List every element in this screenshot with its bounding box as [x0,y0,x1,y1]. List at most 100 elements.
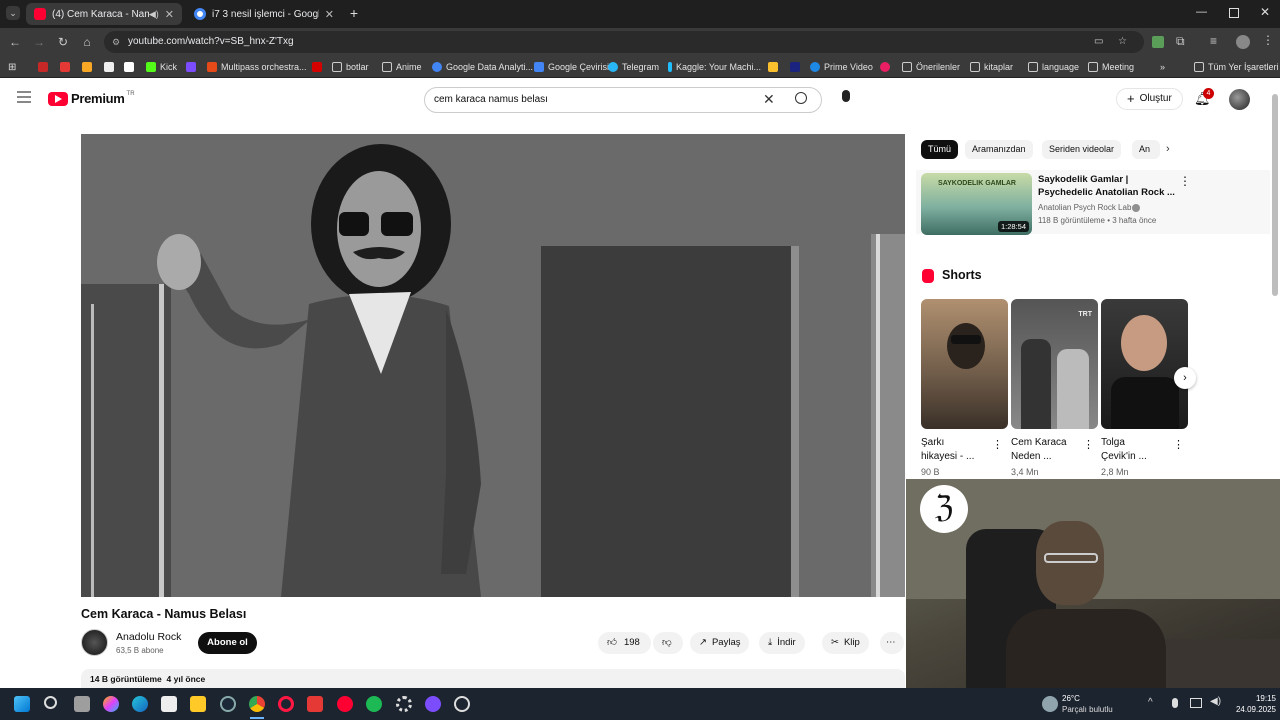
recommended-thumbnail[interactable]: SAYKODELIK GAMLAR 1:28:54 [921,173,1032,235]
app-icon[interactable] [307,696,323,712]
like-button[interactable]: 👍︎ 198 [598,632,651,654]
tab-youtube[interactable]: (4) Cem Karaca - Namus Be ◀) ✕ [26,3,182,25]
volume-icon[interactable]: ◀) [1210,696,1221,707]
weather-icon[interactable] [1042,696,1058,712]
youtube-logo[interactable]: Premium TR [48,91,135,106]
recommended-channel[interactable]: Anatolian Psych Rock Lab [1038,203,1131,212]
create-button[interactable]: + Oluştur [1116,88,1183,110]
close-window-button[interactable]: ✕ [1260,5,1270,19]
tab-close-icon[interactable]: ✕ [159,8,174,21]
clock-time[interactable]: 19:15 [1240,694,1276,703]
obs-icon[interactable] [425,696,441,712]
voice-search-icon[interactable] [842,90,850,102]
profile-avatar[interactable] [1236,35,1250,49]
chip-from-search[interactable]: Aramanızdan [965,140,1033,159]
short-title[interactable]: Tolga Çevik'in ... [1101,436,1147,464]
short-title[interactable]: Şarkı hikayesi - ... [921,436,974,464]
copilot-icon[interactable] [103,696,119,712]
bookmark-icon[interactable] [82,59,96,75]
spotify-icon[interactable] [366,696,382,712]
browser-menu-icon[interactable]: ⋮ [1262,33,1274,47]
bookmark-multipass[interactable]: Multipass orchestra... [207,59,307,75]
subscribe-button[interactable]: Abone ol [198,632,257,654]
bookmark-prime-video[interactable]: Prime Video [810,59,873,75]
video-player[interactable] [81,134,905,597]
app-icon[interactable] [454,696,470,712]
bookmark-folder-all[interactable]: Tüm Yer İşaretleri [1194,59,1279,75]
bookmark-icon[interactable] [312,59,326,75]
forward-icon[interactable]: → [31,34,47,50]
back-icon[interactable]: ← [7,34,23,50]
more-bookmarks-icon[interactable]: » [1160,59,1165,75]
bookmark-star-icon[interactable]: ☆ [1118,31,1127,53]
file-explorer-icon[interactable] [190,696,206,712]
recommended-more-icon[interactable]: ⋮ [1179,174,1191,188]
tab-search-icon[interactable]: ⌄ [6,6,20,20]
bookmark-kick[interactable]: Kick [146,59,177,75]
bookmark-folder-language[interactable]: language [1028,59,1079,75]
bookmark-icon[interactable] [38,59,52,75]
short-more-icon[interactable]: ⋮ [1083,438,1094,451]
short-thumbnail[interactable] [1101,299,1188,429]
description-box[interactable]: 14 B görüntüleme 4 yıl önce [81,669,905,688]
search-icon[interactable] [795,92,807,104]
clock-date[interactable]: 24.09.2025 [1224,705,1276,714]
bookmark-google-data[interactable]: Google Data Analyti... [432,59,533,75]
chip-all[interactable]: Tümü [921,140,959,159]
user-avatar[interactable] [1229,89,1250,110]
share-button[interactable]: ↗ Paylaş [690,632,750,654]
bookmark-telegram[interactable]: Telegram [608,59,659,75]
short-thumbnail[interactable]: TRT [1011,299,1098,429]
bookmark-icon[interactable] [880,59,894,75]
microphone-icon[interactable] [1172,698,1178,708]
install-app-icon[interactable]: ▭ [1094,31,1103,53]
bookmark-kaggle[interactable]: Kaggle: Your Machi... [668,59,761,75]
maximize-button[interactable] [1229,8,1239,18]
task-view-icon[interactable] [74,696,90,712]
bookmark-icon[interactable] [790,59,804,75]
bookmark-google-translate[interactable]: Google Çevirisi [534,59,609,75]
weather-desc[interactable]: Parçalı bulutlu [1062,705,1113,714]
opera-icon[interactable] [278,696,294,712]
bookmark-icon[interactable] [768,59,782,75]
chips-next-icon[interactable]: › [1166,143,1170,155]
short-title[interactable]: Cem Karaca Neden ... [1011,436,1067,464]
clip-button[interactable]: ✂ Klip [822,632,869,654]
short-thumbnail[interactable] [921,299,1008,429]
youtube-music-icon[interactable] [337,696,353,712]
download-button[interactable]: ⤓ İndir [759,632,805,654]
bookmark-folder-meeting[interactable]: Meeting [1088,59,1134,75]
url-field[interactable]: ⚙ youtube.com/watch?v=SB_hnx-Z'Txg ▭ ☆ [104,31,1144,53]
extensions-puzzle-icon[interactable]: ⧉ [1176,34,1185,49]
settings-gear-icon[interactable] [396,696,412,712]
hamburger-menu-icon[interactable] [17,91,31,103]
bookmark-folder-anime[interactable]: Anime [382,59,422,75]
network-icon[interactable] [1190,698,1202,708]
weather-temp[interactable]: 26°C [1062,694,1080,703]
tab-google[interactable]: i7 3 nesil işlemci - Google'da A ✕ [186,3,342,25]
chip-series[interactable]: Seriden videolar [1042,140,1122,159]
tab-close-icon[interactable]: ✕ [319,8,334,21]
short-more-icon[interactable]: ⋮ [992,438,1003,451]
bookmark-folder-onerilenler[interactable]: Önerilenler [902,59,960,75]
dislike-button[interactable]: 👎︎ [653,632,683,654]
apps-grid-icon[interactable]: ⊞ [8,59,16,75]
reload-icon[interactable]: ↻ [55,34,71,50]
bookmark-icon[interactable] [60,59,74,75]
bookmark-folder-kitaplar[interactable]: kitaplar [970,59,1013,75]
minimize-button[interactable]: — [1196,6,1207,18]
bookmark-folder-botlar[interactable]: botlar [332,59,369,75]
more-actions-button[interactable]: ⋯ [880,632,904,654]
channel-name[interactable]: Anadolu Rock [116,631,181,643]
chrome-icon[interactable] [249,696,265,712]
windows-start-icon[interactable] [14,696,30,712]
search-input[interactable]: cem karaca namus belası [434,94,548,105]
home-icon[interactable]: ⌂ [79,34,95,50]
chip-more[interactable]: An [1132,140,1160,159]
bookmark-icon[interactable] [104,59,118,75]
site-info-icon[interactable]: ⚙ [112,31,120,53]
edge-icon[interactable] [132,696,148,712]
search-box[interactable]: cem karaca namus belası ✕ [424,87,822,113]
bookmark-icon[interactable] [186,59,200,75]
tab-media-icon[interactable]: ≡ [1210,34,1217,48]
